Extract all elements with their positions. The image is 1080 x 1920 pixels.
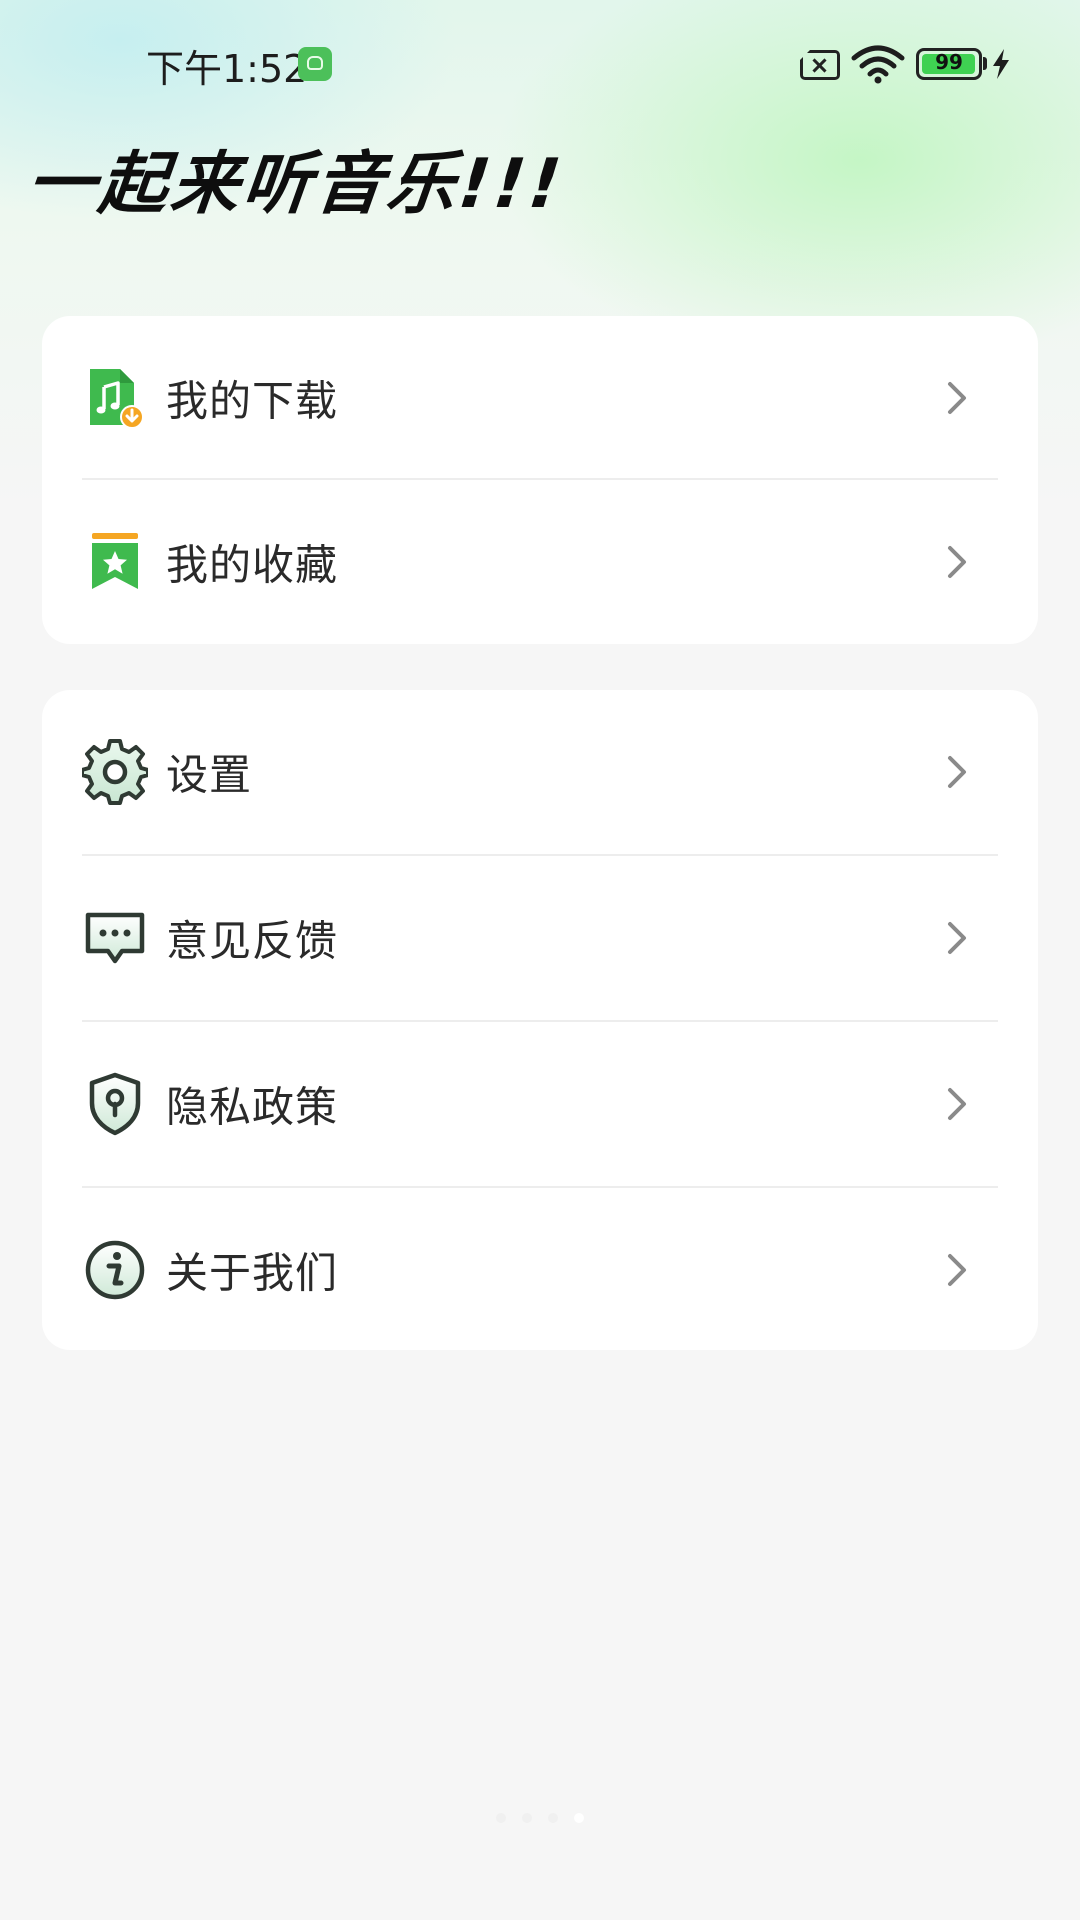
music-download-icon bbox=[90, 369, 144, 429]
menu-item-favorites[interactable]: 我的收藏 bbox=[42, 480, 1038, 644]
info-icon bbox=[85, 1240, 145, 1300]
status-bar: 下午1:52 99 bbox=[0, 0, 1080, 120]
chevron-right-icon bbox=[948, 922, 966, 954]
menu-item-about-us[interactable]: 关于我们 bbox=[42, 1188, 1038, 1352]
page-indicator bbox=[0, 1808, 1080, 1827]
menu-item-settings-label: 设置 bbox=[166, 750, 253, 800]
menu-item-settings[interactable]: 设置 bbox=[42, 690, 1038, 854]
chevron-right-icon bbox=[948, 382, 966, 414]
chevron-right-icon bbox=[948, 1088, 966, 1120]
menu-card-general: 设置 意见反馈 隐私政策 关于我们 bbox=[42, 690, 1038, 1350]
status-time: 下午1:52 bbox=[146, 47, 308, 91]
battery-icon: 99 bbox=[916, 48, 982, 80]
menu-card-library: 我的下载 我的收藏 bbox=[42, 316, 1038, 644]
menu-item-feedback[interactable]: 意见反馈 bbox=[42, 856, 1038, 1020]
menu-item-downloads-label: 我的下载 bbox=[166, 376, 339, 426]
menu-item-downloads[interactable]: 我的下载 bbox=[42, 316, 1038, 480]
menu-item-privacy-policy[interactable]: 隐私政策 bbox=[42, 1022, 1038, 1186]
app-notification-icon bbox=[298, 47, 332, 81]
page-dot bbox=[548, 1813, 558, 1823]
no-sim-icon bbox=[800, 50, 840, 80]
bookmark-star-icon bbox=[92, 533, 138, 589]
menu-item-privacy-policy-label: 隐私政策 bbox=[166, 1082, 339, 1132]
chevron-right-icon bbox=[948, 756, 966, 788]
menu-item-favorites-label: 我的收藏 bbox=[166, 540, 339, 590]
shield-lock-icon bbox=[89, 1072, 141, 1136]
page-dot-active bbox=[574, 1813, 584, 1823]
page-title: 一起来听音乐!!! bbox=[23, 145, 569, 224]
battery-level-text: 99 bbox=[935, 50, 963, 74]
gear-icon bbox=[82, 739, 148, 805]
page-dot bbox=[522, 1813, 532, 1823]
battery-cap bbox=[983, 57, 987, 70]
chevron-right-icon bbox=[948, 546, 966, 578]
feedback-chat-icon bbox=[85, 912, 145, 964]
page-dot bbox=[496, 1813, 506, 1823]
menu-item-about-us-label: 关于我们 bbox=[166, 1248, 339, 1298]
wifi-icon bbox=[851, 45, 905, 84]
menu-item-feedback-label: 意见反馈 bbox=[166, 916, 339, 966]
charging-bolt-icon bbox=[993, 49, 1009, 79]
chevron-right-icon bbox=[948, 1254, 966, 1286]
